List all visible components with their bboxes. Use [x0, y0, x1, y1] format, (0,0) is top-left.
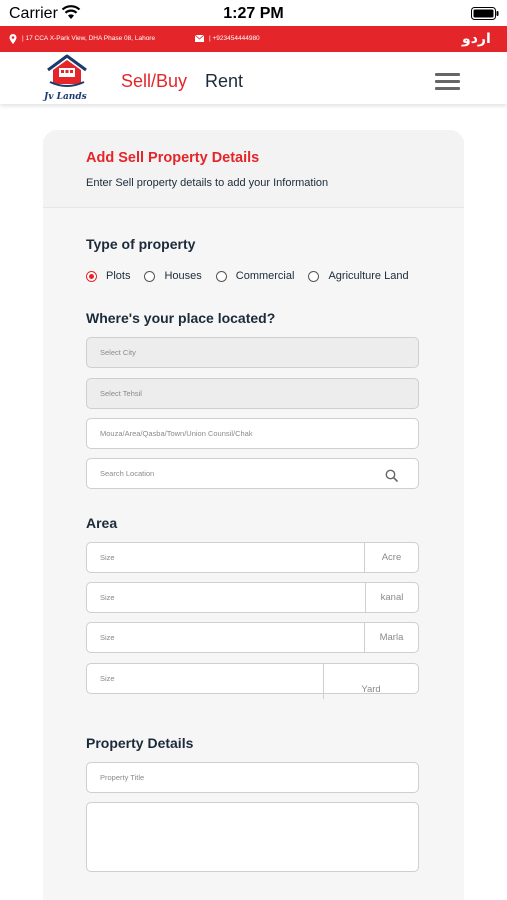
radio-agriculture-land-label: Agriculture Land [328, 270, 409, 282]
mail-icon [195, 35, 204, 42]
form-title: Add Sell Property Details [86, 150, 260, 166]
radio-commercial-label: Commercial [235, 270, 295, 282]
area-marla-placeholder: Size [100, 633, 115, 642]
radio-houses[interactable]: Houses [144, 270, 202, 282]
form-subtitle: Enter Sell property details to add your … [86, 177, 329, 189]
unit-marla: Marla [364, 623, 418, 652]
jv-lands-logo[interactable] [44, 54, 90, 88]
radio-commercial-indicator[interactable] [215, 270, 227, 282]
area-kanal-placeholder: Size [100, 593, 115, 602]
address-text: | 17 CCA X-Park View, DHA Phase 08, Laho… [22, 35, 156, 42]
unit-yard: Yard [323, 664, 418, 699]
search-location-input[interactable]: Search Location [86, 458, 419, 489]
status-bar: Carrier 1:27 PM [0, 0, 507, 26]
radio-houses-label: Houses [164, 270, 202, 282]
form-header: Add Sell Property Details Enter Sell pro… [43, 130, 464, 208]
phone-text[interactable]: | +923454444980 [209, 35, 260, 42]
property-description-textarea[interactable] [86, 802, 419, 872]
unit-kanal: kanal [365, 583, 418, 612]
radio-agriculture-land-indicator[interactable] [308, 270, 320, 282]
area-yard-placeholder: Size [100, 674, 115, 683]
select-city-placeholder: Select City [100, 348, 136, 357]
radio-houses-indicator[interactable] [144, 270, 156, 282]
area-heading: Area [86, 515, 118, 531]
radio-commercial[interactable]: Commercial [215, 270, 295, 282]
mouza-input[interactable]: Mouza/Area/Qasba/Town/Union Counsil/Chak [86, 418, 419, 449]
nav-sell-buy[interactable]: Sell/Buy [121, 71, 187, 92]
urdu-language-toggle[interactable]: اردو [462, 31, 491, 47]
mouza-placeholder: Mouza/Area/Qasba/Town/Union Counsil/Chak [100, 429, 253, 438]
property-details-heading: Property Details [86, 735, 194, 751]
select-tehsil-placeholder: Select Tehsil [100, 389, 142, 398]
select-tehsil-dropdown[interactable]: Select Tehsil [86, 378, 419, 409]
property-title-input[interactable]: Property Title [86, 762, 419, 793]
contact-bar: | 17 CCA X-Park View, DHA Phase 08, Laho… [0, 26, 507, 52]
area-marla-input[interactable]: Size Marla [86, 622, 419, 653]
property-title-placeholder: Property Title [100, 773, 145, 782]
nav-rent[interactable]: Rent [205, 71, 243, 92]
select-city-dropdown[interactable]: Select City [86, 337, 419, 368]
area-kanal-input[interactable]: Size kanal [86, 582, 419, 613]
hamburger-menu-icon[interactable] [435, 73, 460, 91]
area-acre-placeholder: Size [100, 553, 115, 562]
unit-acre: Acre [364, 543, 418, 572]
clock: 1:27 PM [223, 5, 284, 22]
radio-plots-label: Plots [106, 270, 131, 282]
search-icon[interactable] [385, 469, 398, 482]
search-location-placeholder: Search Location [100, 469, 155, 478]
logo-text: Jv Lands [44, 92, 87, 102]
property-type-radio-group: Plots Houses Commercial Agriculture Land [86, 268, 423, 284]
location-heading: Where's your place located? [86, 310, 276, 326]
radio-agriculture-land[interactable]: Agriculture Land [308, 270, 409, 282]
area-acre-input[interactable]: Size Acre [86, 542, 419, 573]
battery-icon [471, 7, 499, 20]
location-pin-icon [9, 34, 17, 44]
area-yard-input[interactable]: Size Yard [86, 663, 419, 699]
radio-plots-indicator[interactable] [86, 270, 97, 282]
radio-plots[interactable]: Plots [86, 270, 130, 282]
app-header: Jv Lands Sell/Buy Rent [0, 52, 507, 104]
property-type-heading: Type of property [86, 236, 196, 252]
sell-property-form-card: Add Sell Property Details Enter Sell pro… [43, 130, 464, 900]
